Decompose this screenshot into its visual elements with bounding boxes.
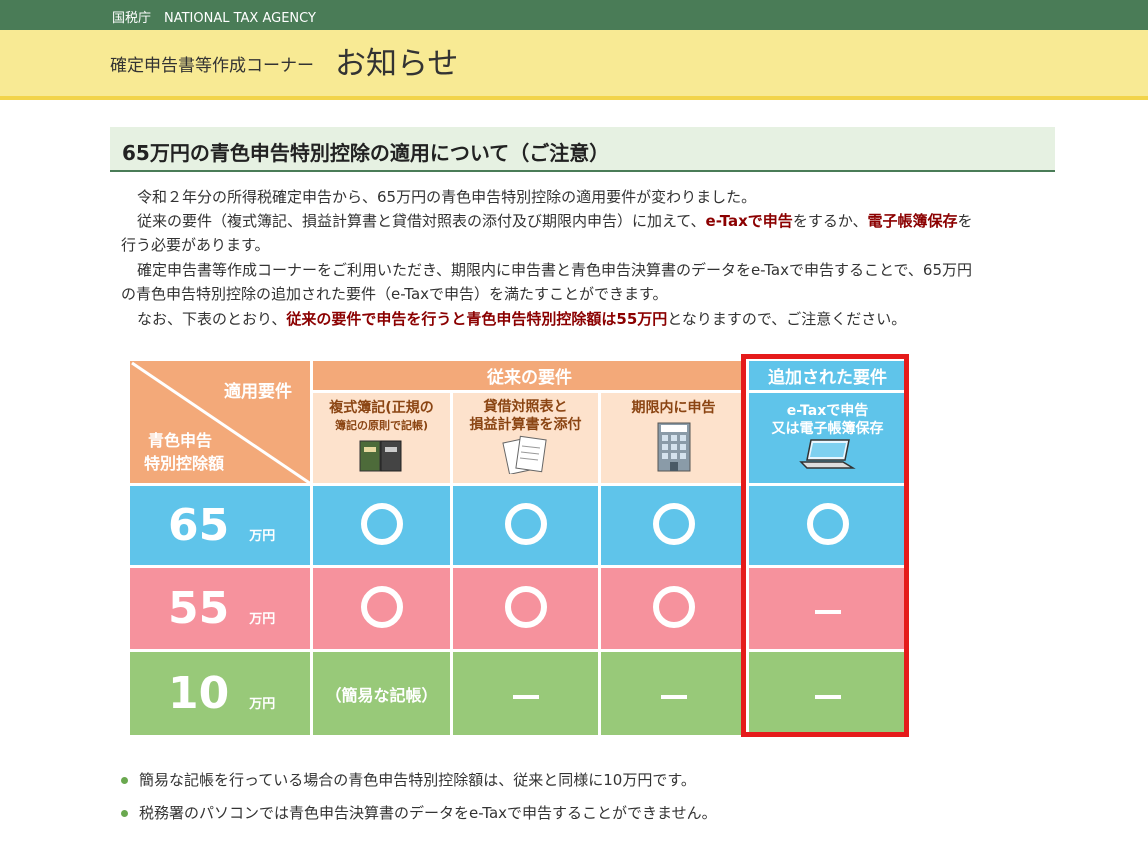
paragraph-3: 確定申告書等作成コーナーをご利用いただき、期限内に申告書と青色申告決算書のデータ… xyxy=(121,258,1055,282)
mark-cell xyxy=(450,649,601,738)
col-header-statements: 貸借対照表と 損益計算書を添付 xyxy=(450,390,601,486)
corner-label-bottom: 青色申告 特別控除額 xyxy=(144,429,224,475)
paragraph-2-cont: 行う必要があります。 xyxy=(121,233,1055,257)
agency-name: 国税庁 NATIONAL TAX AGENCY xyxy=(112,11,316,26)
paragraph-2: 従来の要件（複式簿記、損益計算書と貸借対照表の添付及び期限内申告）に加えて、e-… xyxy=(121,209,1055,233)
col3-label: 期限内に申告 xyxy=(631,399,716,416)
mark-cell xyxy=(598,649,749,738)
row-10: 10 万円 （簡易な記帳） xyxy=(127,649,909,738)
corner-label-bottom-1: 青色申告 xyxy=(148,431,213,450)
col2-line2: 損益計算書を添付 xyxy=(469,416,582,433)
group-header-old: 従来の要件 xyxy=(310,358,749,393)
emphasis-e-book: 電子帳簿保存 xyxy=(867,212,958,230)
row-55: 55 万円 xyxy=(127,565,909,652)
amount-10: 10 xyxy=(168,668,230,719)
mark-cell xyxy=(310,565,453,652)
dash-mark xyxy=(512,695,539,699)
mark-cell xyxy=(746,649,909,738)
note-item: 税務署のパソコンでは青色申告決算書のデータをe-Taxで申告することができません… xyxy=(121,803,717,836)
agency-bar: 国税庁 NATIONAL TAX AGENCY xyxy=(0,0,1148,30)
amount-65: 65 xyxy=(168,500,230,551)
amount-unit: 万円 xyxy=(249,529,276,544)
col4-line1: e-Taxで申告 xyxy=(786,402,869,419)
col-header-etax: e-Taxで申告 又は電子帳簿保存 xyxy=(746,390,909,486)
amount-cell-65: 65 万円 xyxy=(127,483,313,568)
banner-subtitle: 確定申告書等作成コーナー xyxy=(110,56,314,76)
ledger-books-icon xyxy=(359,440,401,471)
paragraph-4-text: なお、下表のとおり、 xyxy=(137,310,287,328)
corner-label-top: 適用要件 xyxy=(224,382,292,402)
circle-mark xyxy=(652,585,695,628)
corner-label-bottom-2: 特別控除額 xyxy=(144,454,225,473)
circle-mark xyxy=(652,502,695,545)
circle-mark xyxy=(806,502,849,545)
col-header-deadline: 期限内に申告 xyxy=(598,390,749,486)
mark-cell xyxy=(746,565,909,652)
col2-line1: 貸借対照表と xyxy=(483,398,568,415)
paragraph-1-text: 令和２年分の所得税確定申告から、65万円の青色申告特別控除の適用要件が変わりまし… xyxy=(137,188,757,206)
row-65: 65 万円 xyxy=(127,483,909,568)
mark-cell xyxy=(746,483,909,568)
mark-cell xyxy=(598,483,749,568)
paragraph-3-text: 確定申告書等作成コーナーをご利用いただき、期限内に申告書と青色申告決算書のデータ… xyxy=(137,261,973,279)
paragraph-4-text-end: となりますので、ご注意ください。 xyxy=(667,310,907,328)
amount-cell-55: 55 万円 xyxy=(127,565,313,652)
paragraph-2-text: 従来の要件（複式簿記、損益計算書と貸借対照表の添付及び期限内申告）に加えて、 xyxy=(137,212,706,230)
paragraph-3-cont-text: の青色申告特別控除の追加された要件（e-Taxで申告）を満たすことができます。 xyxy=(121,285,668,303)
paragraph-4: なお、下表のとおり、従来の要件で申告を行うと青色申告特別控除額は55万円となりま… xyxy=(121,307,1055,331)
mark-cell xyxy=(310,483,453,568)
paragraph-2-text-mid: をするか、 xyxy=(792,212,868,230)
amount-unit: 万円 xyxy=(249,697,276,712)
article-heading: 65万円の青色申告特別控除の適用について（ご注意） xyxy=(110,127,1055,172)
page-title: お知らせ xyxy=(335,46,459,82)
amount-55: 55 xyxy=(168,583,230,634)
mark-cell xyxy=(598,565,749,652)
emphasis-etax: e-Taxで申告 xyxy=(705,212,793,230)
documents-icon xyxy=(501,435,547,474)
tax-office-building-icon xyxy=(657,422,690,471)
col-header-double-entry: 複式簿記(正規の 簿記の原則で記帳) xyxy=(310,390,453,486)
col1-line1: 複式簿記(正規の xyxy=(329,399,434,416)
article-heading-text: 65万円の青色申告特別控除の適用について（ご注意） xyxy=(122,141,610,165)
laptop-icon xyxy=(798,438,856,469)
paragraph-3-cont: の青色申告特別控除の追加された要件（e-Taxで申告）を満たすことができます。 xyxy=(121,282,1055,306)
dash-mark xyxy=(660,695,687,699)
table-corner-cell: 適用要件 青色申告 特別控除額 xyxy=(127,358,313,486)
emphasis-55man: 従来の要件で申告を行うと青色申告特別控除額は55万円 xyxy=(286,310,668,328)
group-header-new: 追加された要件 xyxy=(746,358,909,393)
col4-line2: 又は電子帳簿保存 xyxy=(771,420,884,437)
paragraph-2-cont-text: 行う必要があります。 xyxy=(121,236,270,254)
mark-cell xyxy=(450,565,601,652)
amount-unit: 万円 xyxy=(249,612,276,627)
circle-mark xyxy=(504,502,547,545)
amount-cell-10: 10 万円 xyxy=(127,649,313,738)
requirements-table: 適用要件 青色申告 特別控除額 従来の要件 追加された要件 複式簿記(正規の 簿… xyxy=(127,358,909,738)
notes-list: 簡易な記帳を行っている場合の青色申告特別控除額は、従来と同様に10万円です。 税… xyxy=(121,770,717,836)
circle-mark xyxy=(504,585,547,628)
circle-mark xyxy=(360,585,403,628)
col1-line2: 簿記の原則で記帳) xyxy=(334,418,429,432)
paragraph-1: 令和２年分の所得税確定申告から、65万円の青色申告特別控除の適用要件が変わりまし… xyxy=(121,185,1055,209)
mark-cell: （簡易な記帳） xyxy=(310,649,453,738)
dash-mark xyxy=(814,695,841,699)
paragraph-2-text-end: を xyxy=(957,212,973,230)
circle-mark xyxy=(360,502,403,545)
mark-cell xyxy=(450,483,601,568)
simple-bookkeeping-label: （簡易な記帳） xyxy=(325,685,438,705)
note-item: 簡易な記帳を行っている場合の青色申告特別控除額は、従来と同様に10万円です。 xyxy=(121,770,717,803)
page-banner: 確定申告書等作成コーナー お知らせ xyxy=(0,30,1148,100)
dash-mark xyxy=(814,610,841,614)
